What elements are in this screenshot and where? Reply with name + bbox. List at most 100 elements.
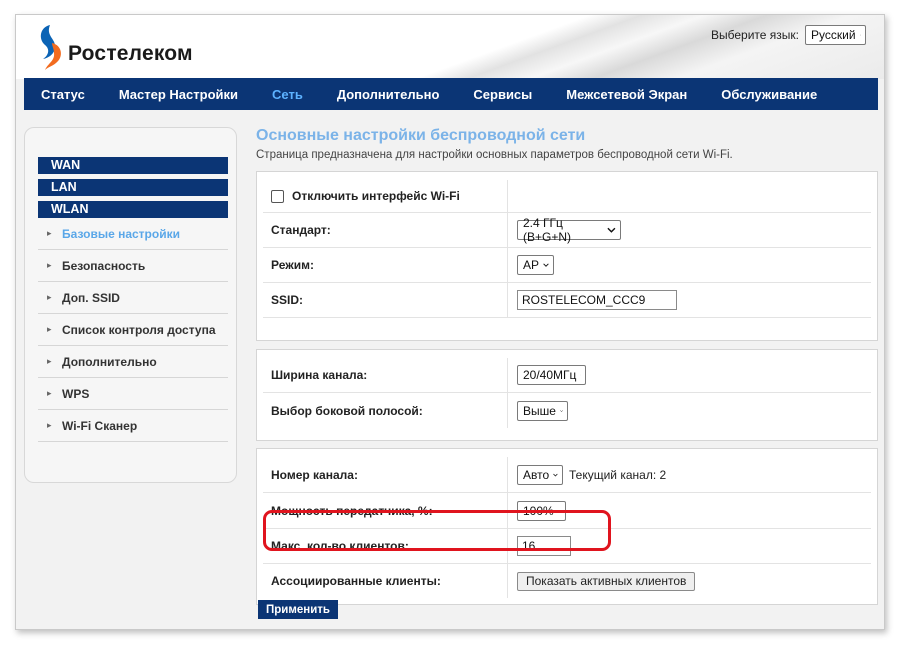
- bullet-icon: ▸: [47, 420, 52, 430]
- sidebar-section-lan[interactable]: LAN: [38, 179, 228, 196]
- associated-clients-cell: Показать активных клиентов: [508, 564, 877, 598]
- sidebar-item-label: Список контроля доступа: [62, 322, 216, 337]
- main-navigation: Статус Мастер Настройки Сеть Дополнитель…: [24, 78, 878, 110]
- chevron-down-icon: [553, 473, 558, 477]
- nav-status[interactable]: Статус: [24, 78, 102, 110]
- nav-network[interactable]: Сеть: [255, 78, 320, 110]
- channel-width-row: Ширина канала: 20/40МГц: [257, 358, 877, 392]
- router-admin-window: Ростелеком Выберите язык: Русский Статус…: [15, 14, 885, 630]
- disable-wifi-checkbox[interactable]: [271, 189, 284, 203]
- sidebar-item-security[interactable]: ▸ Безопасность: [38, 250, 228, 282]
- sideband-row: Выбор боковой полосой: Выше: [257, 393, 877, 428]
- nav-maintenance[interactable]: Обслуживание: [704, 78, 834, 110]
- mode-value-cell: AP: [508, 248, 877, 282]
- language-selector: Выберите язык: Русский: [711, 25, 866, 45]
- brand-name: Ростелеком: [68, 42, 193, 65]
- divider: [263, 317, 871, 318]
- nav-services[interactable]: Сервисы: [456, 78, 549, 110]
- chevron-down-icon: [859, 34, 861, 36]
- channel-number-select-value: Авто: [523, 467, 550, 482]
- page-title: Основные настройки беспроводной сети: [256, 127, 586, 144]
- nav-setup-wizard[interactable]: Мастер Настройки: [102, 78, 255, 110]
- nav-advanced[interactable]: Дополнительно: [320, 78, 457, 110]
- sideband-label: Выбор боковой полосой:: [257, 393, 508, 428]
- chevron-down-icon: [557, 509, 561, 512]
- max-clients-cell: 16: [508, 529, 877, 563]
- channel-number-cell: Авто Текущий канал: 2: [508, 457, 877, 492]
- bullet-icon: ▸: [47, 324, 52, 334]
- bullet-icon: ▸: [47, 292, 52, 302]
- standard-label: Стандарт:: [257, 213, 508, 247]
- bullet-icon: ▸: [47, 388, 52, 398]
- channel-width-panel: Ширина канала: 20/40МГц Выбор боковой по…: [256, 349, 878, 441]
- sideband-select[interactable]: Выше: [517, 400, 568, 421]
- sidebar-item-wps[interactable]: ▸ WPS: [38, 378, 228, 410]
- mode-label: Режим:: [257, 248, 508, 282]
- tx-power-select[interactable]: 100%: [517, 500, 566, 521]
- sidebar-item-label: Доп. SSID: [62, 290, 120, 305]
- show-active-clients-button[interactable]: Показать активных клиентов: [517, 571, 696, 591]
- sidebar: WAN LAN WLAN ▸ Базовые настройки ▸ Безоп…: [24, 127, 237, 483]
- chevron-down-icon: [580, 374, 581, 376]
- sidebar-item-label: Дополнительно: [62, 354, 157, 369]
- standard-select-value: 2.4 ГГц (B+G+N): [523, 216, 572, 244]
- tx-power-label: Мощность передатчика, %:: [257, 493, 508, 528]
- standard-select[interactable]: 2.4 ГГц (B+G+N): [517, 216, 621, 244]
- ssid-value-cell: ROSTELECOM_CCC9: [508, 283, 877, 317]
- main-content: Основные настройки беспроводной сети Стр…: [256, 127, 878, 605]
- sideband-cell: Выше: [508, 393, 877, 428]
- chevron-down-icon: [560, 409, 563, 412]
- channel-width-select[interactable]: 20/40МГц: [517, 365, 586, 385]
- language-select-value: Русский: [811, 28, 856, 42]
- bullet-icon: ▸: [47, 228, 52, 238]
- channel-number-row: Номер канала: Авто Текущий канал: 2: [257, 457, 877, 492]
- channel-number-select[interactable]: Авто: [517, 464, 563, 485]
- tx-power-select-value: 100%: [523, 503, 554, 518]
- channel-width-label: Ширина канала:: [257, 358, 508, 392]
- tx-power-row: Мощность передатчика, %: 100%: [257, 493, 877, 528]
- sidebar-section-wan[interactable]: WAN: [38, 157, 228, 174]
- max-clients-row: Макс. кол-во клиентов: 16: [257, 529, 877, 563]
- standard-row: Стандарт: 2.4 ГГц (B+G+N): [257, 213, 877, 247]
- rostelecom-logo-icon: [36, 23, 66, 71]
- bullet-icon: ▸: [47, 356, 52, 366]
- nav-firewall[interactable]: Межсетевой Экран: [549, 78, 704, 110]
- max-clients-input[interactable]: 16: [517, 536, 571, 556]
- channel-width-select-value: 20/40МГц: [523, 368, 577, 382]
- disable-wifi-row: Отключить интерфейс Wi-Fi: [257, 180, 877, 212]
- max-clients-label: Макс. кол-во клиентов:: [257, 529, 508, 563]
- sidebar-item-wifi-scanner[interactable]: ▸ Wi-Fi Сканер: [38, 410, 228, 442]
- disable-wifi-cell: Отключить интерфейс Wi-Fi: [257, 180, 508, 212]
- sideband-select-value: Выше: [523, 403, 556, 418]
- associated-clients-label: Ассоциированные клиенты:: [257, 564, 508, 598]
- page-description: Страница предназначена для настройки осн…: [256, 149, 733, 161]
- mode-select-value: AP: [523, 258, 540, 272]
- empty-cell: [508, 180, 877, 212]
- sidebar-item-advanced[interactable]: ▸ Дополнительно: [38, 346, 228, 378]
- disable-wifi-label: Отключить интерфейс Wi-Fi: [292, 189, 460, 203]
- channel-number-label: Номер канала:: [257, 457, 508, 492]
- mode-row: Режим: AP: [257, 248, 877, 282]
- sidebar-item-label: Безопасность: [62, 258, 146, 273]
- chevron-down-icon: [607, 227, 616, 233]
- associated-clients-row: Ассоциированные клиенты: Показать активн…: [257, 564, 877, 598]
- brand-logo: Ростелеком: [36, 23, 193, 71]
- current-channel-text: Текущий канал: 2: [569, 467, 667, 482]
- sidebar-item-label: Wi-Fi Сканер: [62, 418, 138, 433]
- sidebar-item-basic-settings[interactable]: ▸ Базовые настройки: [38, 218, 228, 250]
- language-select[interactable]: Русский: [805, 25, 866, 45]
- sidebar-item-label: WPS: [62, 386, 90, 401]
- sidebar-item-label: Базовые настройки: [62, 226, 180, 241]
- sidebar-item-access-control[interactable]: ▸ Список контроля доступа: [38, 314, 228, 346]
- bullet-icon: ▸: [47, 260, 52, 270]
- language-label: Выберите язык:: [711, 28, 799, 42]
- tx-power-cell: 100%: [508, 493, 877, 528]
- standard-value-cell: 2.4 ГГц (B+G+N): [508, 213, 877, 247]
- apply-button[interactable]: Применить: [258, 600, 338, 619]
- ssid-input[interactable]: ROSTELECOM_CCC9: [517, 290, 677, 310]
- ssid-row: SSID: ROSTELECOM_CCC9: [257, 283, 877, 317]
- sidebar-section-wlan[interactable]: WLAN: [38, 201, 228, 218]
- mode-select[interactable]: AP: [517, 255, 554, 275]
- sidebar-item-extra-ssid[interactable]: ▸ Доп. SSID: [38, 282, 228, 314]
- channel-width-cell: 20/40МГц: [508, 358, 877, 392]
